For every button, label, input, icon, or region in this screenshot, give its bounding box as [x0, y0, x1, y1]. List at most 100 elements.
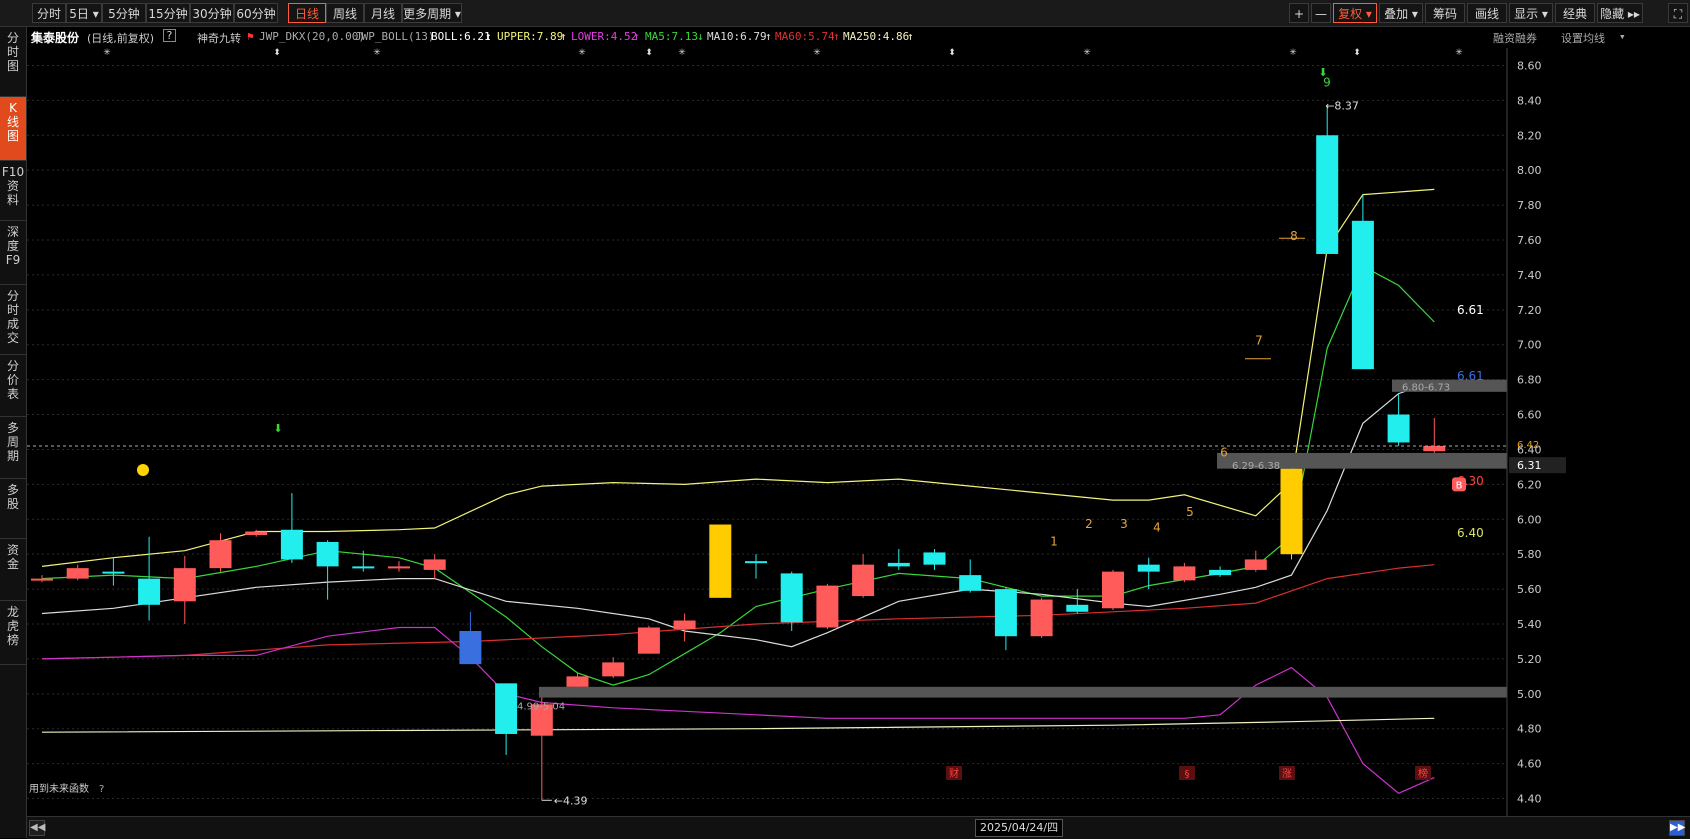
candle-body[interactable]: [959, 575, 982, 591]
candle-body[interactable]: [245, 531, 268, 535]
candle-body[interactable]: [495, 683, 518, 734]
candle-body[interactable]: [280, 529, 303, 560]
candle-body[interactable]: [459, 630, 482, 665]
nav-6[interactable]: 多周期: [0, 417, 26, 479]
candle-body[interactable]: [138, 578, 161, 605]
tab-2[interactable]: 5分钟: [102, 3, 146, 23]
toolbar-btn-1[interactable]: —: [1311, 3, 1331, 23]
candle-body[interactable]: [994, 589, 1017, 637]
candle-body[interactable]: [1030, 599, 1053, 637]
candle-body[interactable]: [1316, 135, 1339, 254]
toolbar-btn-5[interactable]: 画线: [1467, 3, 1507, 23]
tab-4[interactable]: 30分钟: [190, 3, 234, 23]
nine-turn-1: 1: [1050, 534, 1058, 548]
candle-body[interactable]: [709, 524, 732, 598]
nine-turn-7: 7: [1255, 334, 1263, 348]
right-label-640: 6.40: [1457, 526, 1484, 540]
candle-body[interactable]: [352, 566, 375, 569]
scroll-right-icon[interactable]: ▶▶: [1669, 820, 1685, 836]
star-marker: ⬍: [645, 48, 653, 58]
nav-8[interactable]: 资金: [0, 539, 26, 601]
footer-tag: §: [1185, 769, 1190, 780]
line-ma250: [41, 717, 1435, 733]
candle-body[interactable]: [602, 662, 625, 677]
candle-body[interactable]: [1423, 445, 1446, 452]
candle-body[interactable]: [388, 566, 410, 569]
nav-0[interactable]: 分时图: [0, 27, 26, 97]
candle-body[interactable]: [1102, 571, 1124, 609]
toolbar-btn-0[interactable]: +: [1289, 3, 1309, 23]
tab-5[interactable]: 60分钟: [234, 3, 278, 23]
nav-3[interactable]: 深度 F9: [0, 221, 26, 285]
help-icon[interactable]: ?: [163, 29, 176, 42]
dkx-label[interactable]: JWP_DKX(20,0.00): [259, 30, 365, 43]
candle-body[interactable]: [673, 620, 696, 630]
candle-body[interactable]: [780, 573, 803, 623]
margin-trading-link[interactable]: 融资融券: [1493, 30, 1537, 46]
candle-body[interactable]: [1066, 604, 1089, 612]
nav-7[interactable]: 多股: [0, 479, 26, 539]
candle-body[interactable]: [173, 568, 196, 602]
candle-body[interactable]: [1351, 220, 1374, 370]
smiley-icon: [137, 464, 149, 476]
nav-4[interactable]: 分时成交: [0, 285, 26, 355]
tab-9[interactable]: 更多周期 ▾: [402, 3, 462, 23]
set-ma-button[interactable]: 设置均线: [1561, 30, 1605, 46]
toolbar-btn-6[interactable]: 显示 ▾: [1509, 3, 1553, 23]
candle-body[interactable]: [923, 552, 946, 565]
candle-body[interactable]: [1280, 468, 1303, 555]
candle-body[interactable]: [816, 585, 839, 628]
nav-5[interactable]: 分价表: [0, 355, 26, 417]
candle-body[interactable]: [102, 571, 125, 574]
tab-0[interactable]: 分时: [32, 3, 66, 23]
down-arrow-icon: ⬇: [273, 422, 282, 435]
time-scrollbar[interactable]: ◀◀ 2025/04/24/四 ▶▶: [27, 816, 1690, 839]
toolbar-btn-4[interactable]: 筹码: [1425, 3, 1465, 23]
nav-2[interactable]: F10 资料: [0, 161, 26, 221]
maximize-icon[interactable]: ⛶: [1668, 3, 1688, 23]
y-tick-label: 5.60: [1517, 583, 1542, 596]
toolbar-btn-3[interactable]: 叠加 ▾: [1379, 3, 1423, 23]
toolbar-btn-8[interactable]: 隐藏 ▸▸: [1597, 3, 1643, 23]
y-tick-label: 6.20: [1517, 478, 1542, 491]
candle-body[interactable]: [887, 562, 910, 567]
candle-body[interactable]: [31, 578, 53, 581]
candle-body[interactable]: [66, 568, 89, 579]
boll-name[interactable]: JWP_BOLL(13): [355, 30, 434, 43]
scroll-left-icon[interactable]: ◀◀: [29, 820, 45, 836]
footer-tag: 涨: [1282, 768, 1292, 780]
candle-body[interactable]: [1173, 566, 1196, 581]
nav-9[interactable]: 龙虎榜: [0, 601, 26, 665]
tab-6[interactable]: 日线: [288, 3, 326, 23]
tab-3[interactable]: 15分钟: [146, 3, 190, 23]
nine-turn-6: 6: [1220, 445, 1228, 459]
nine-turn-label[interactable]: 神奇九转: [197, 30, 241, 46]
candle-body[interactable]: [566, 676, 589, 687]
nine-turn-2: 2: [1085, 517, 1093, 531]
toolbar-btn-7[interactable]: 经典: [1555, 3, 1595, 23]
candle-body[interactable]: [1209, 569, 1232, 576]
tab-8[interactable]: 月线: [364, 3, 402, 23]
ma250-value: MA250:4.86: [843, 30, 910, 43]
nav-1[interactable]: K线图: [0, 97, 26, 161]
star-marker: ⬍: [273, 48, 281, 58]
stock-name[interactable]: 集泰股份: [31, 29, 79, 46]
candle-body[interactable]: [637, 627, 660, 654]
candle-body[interactable]: [745, 561, 767, 564]
candle-body[interactable]: [316, 541, 339, 567]
candle-body[interactable]: [1137, 564, 1160, 572]
y-tick-label: 6.00: [1517, 513, 1542, 526]
kline-chart[interactable]: ✳ ⬍ ✳ ✳ ⬍ ✳ ✳ ⬍ ✳ ✳ ⬍ ✳ ←4.39 ←8.37 4.99-5.04 6.29-6.3…: [27, 48, 1690, 816]
candle-body[interactable]: [852, 564, 875, 597]
candle-body[interactable]: [209, 540, 232, 569]
toolbar-btn-2[interactable]: 复权 ▾: [1333, 3, 1377, 23]
candle-body[interactable]: [1387, 414, 1410, 443]
star-marker: ✳: [578, 48, 586, 58]
candle-body[interactable]: [1244, 559, 1267, 570]
tab-7[interactable]: 周线: [326, 3, 364, 23]
candle-body[interactable]: [423, 559, 446, 570]
star-marker: ⬍: [948, 48, 956, 58]
tab-1[interactable]: 5日 ▾: [66, 3, 102, 23]
y-tick-label: 5.40: [1517, 618, 1542, 631]
indicator-infobar: 集泰股份 (日线,前复权) ? 神奇九转 ⚑ JWP_DKX(20,0.00) …: [27, 27, 1690, 47]
